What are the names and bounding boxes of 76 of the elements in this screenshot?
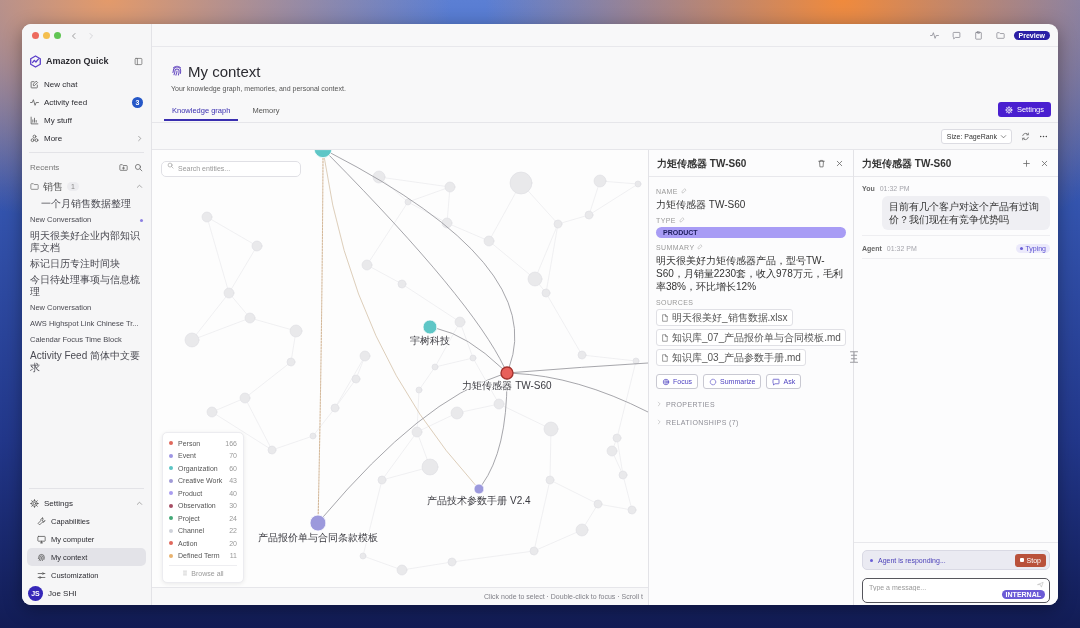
search-icon[interactable] xyxy=(134,162,143,172)
source-chip[interactable]: 知识库_07_产品报价单与合同模板.md xyxy=(656,329,846,346)
message-icon xyxy=(772,377,781,386)
node-label: 产品技术参数手册 V2.4 xyxy=(427,495,531,506)
pulse-icon xyxy=(30,97,39,107)
recent-item[interactable]: 一个月销售数据整理 xyxy=(27,196,146,212)
window-close-icon[interactable] xyxy=(32,32,39,39)
recents-label: Recents xyxy=(30,162,60,172)
folder-icon xyxy=(30,182,39,191)
trash-icon[interactable] xyxy=(817,158,826,168)
back-icon[interactable] xyxy=(70,31,78,40)
field-value: 明天很美好力矩传感器产品，型号TW-S60，月销量2230套，收入978万元，毛利率38%，环比增长12% xyxy=(656,254,844,293)
node-label: 宇树科技 xyxy=(410,335,450,346)
node-label: 产品报价单与合同条款模板 xyxy=(258,532,378,543)
plus-icon[interactable] xyxy=(1022,158,1031,168)
close-icon[interactable] xyxy=(1040,158,1049,168)
gear-icon xyxy=(1004,105,1013,114)
search-icon xyxy=(167,161,174,169)
fingerprint-icon xyxy=(171,65,183,77)
recent-item[interactable]: 明天很美好企业内部知识库文档 xyxy=(27,228,146,256)
refresh-icon[interactable] xyxy=(1021,131,1030,141)
recent-item[interactable]: Activity Feed 简体中文要求 xyxy=(27,348,146,376)
send-icon[interactable] xyxy=(1037,581,1044,588)
file-icon xyxy=(661,313,669,322)
pencil-icon[interactable] xyxy=(680,188,687,194)
edit-icon xyxy=(30,79,39,89)
panel-title: 力矩传感器 TW-S60 xyxy=(657,156,747,170)
monitor-icon xyxy=(37,534,46,544)
typing-dot-icon xyxy=(1020,247,1024,250)
folder-icon[interactable] xyxy=(995,30,1005,40)
chevron-icon[interactable] xyxy=(136,499,143,507)
chevron-right-icon xyxy=(136,134,143,142)
message-bubble: 目前有几个客户对这个产品有过询价？我们现在有竞争优势吗 xyxy=(882,196,1050,230)
file-icon xyxy=(661,333,669,342)
file-icon xyxy=(661,353,669,362)
graph-node[interactable] xyxy=(500,366,514,380)
caret-icon xyxy=(1000,132,1007,140)
panel-title: 力矩传感器 TW-S60 xyxy=(862,156,952,170)
logo-icon xyxy=(29,54,42,68)
pencil-icon[interactable] xyxy=(678,217,685,223)
source-chip[interactable]: 明天很美好_销售数据.xlsx xyxy=(656,309,793,326)
message-icon[interactable] xyxy=(951,30,961,40)
settings-label: Settings xyxy=(44,498,73,508)
source-chip[interactable]: 知识库_03_产品参数手册.md xyxy=(656,349,806,366)
field-value: 力矩传感器 TW-S60 xyxy=(656,198,746,211)
unread-dot-icon xyxy=(140,218,143,222)
gear-icon xyxy=(30,498,39,508)
folder-plus-icon[interactable] xyxy=(119,162,128,172)
window-minimize-icon[interactable] xyxy=(43,32,50,39)
recent-item[interactable]: 标记日历专注时间块 xyxy=(27,256,146,272)
user-name: Joe SHI xyxy=(48,588,77,598)
nav-item[interactable]: More xyxy=(27,129,146,147)
node-label: 力矩传感器 TW-S60 xyxy=(462,380,552,391)
recent-item[interactable]: 今日待处理事项与信息梳理 xyxy=(27,272,146,300)
wrench-icon xyxy=(37,516,46,526)
pulse-icon[interactable] xyxy=(929,30,939,40)
app-name: Amazon Quick xyxy=(46,56,109,66)
clipboard-icon[interactable] xyxy=(973,30,983,40)
nav-item[interactable]: My stuff xyxy=(27,111,146,129)
dashed-circle-icon xyxy=(709,377,718,386)
close-icon[interactable] xyxy=(835,158,844,168)
folder-item[interactable]: 销售 xyxy=(43,180,63,193)
chevron-icon[interactable] xyxy=(136,183,143,190)
sliders-icon xyxy=(37,570,46,580)
sidebar-toggle-icon[interactable] xyxy=(134,56,143,66)
circles-icon xyxy=(30,133,39,143)
window-zoom-icon[interactable] xyxy=(54,32,61,39)
bar-chart-icon xyxy=(30,115,39,125)
fingerprint-icon xyxy=(37,552,46,562)
nav-item[interactable]: New chat xyxy=(27,75,146,93)
pencil-icon[interactable] xyxy=(697,244,704,250)
list-icon xyxy=(182,570,189,576)
stop-icon xyxy=(1019,558,1024,562)
target-icon xyxy=(662,377,670,386)
status-dot-icon xyxy=(870,558,873,562)
page-title: My context xyxy=(188,62,261,80)
